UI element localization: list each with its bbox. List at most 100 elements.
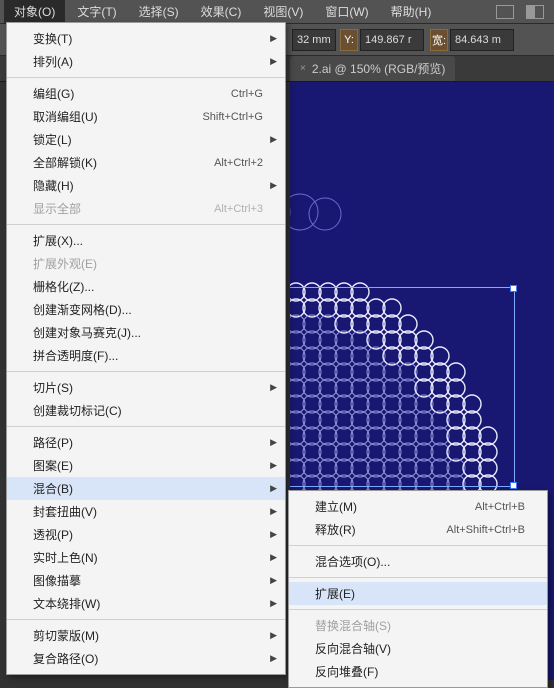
menu-item[interactable]: 变换(T)▶ bbox=[7, 27, 285, 50]
menu-item-label: 透视(P) bbox=[33, 526, 263, 543]
menu-item-label: 栅格化(Z)... bbox=[33, 278, 263, 295]
menu-item-label: 切片(S) bbox=[33, 379, 263, 396]
menu-item-label: 扩展(X)... bbox=[33, 232, 263, 249]
menu-item-label: 释放(R) bbox=[315, 521, 446, 538]
menu-item[interactable]: 图像描摹▶ bbox=[7, 569, 285, 592]
menu-item-label: 图像描摹 bbox=[33, 572, 263, 589]
document-tab[interactable]: × 2.ai @ 150% (RGB/预览) bbox=[290, 56, 455, 81]
menu-item[interactable]: 编组(G)Ctrl+G bbox=[7, 82, 285, 105]
menu-item[interactable]: 创建渐变网格(D)... bbox=[7, 298, 285, 321]
menu-shortcut: Shift+Ctrl+G bbox=[202, 111, 263, 123]
menu-item-label: 混合选项(O)... bbox=[315, 553, 525, 570]
menu-item[interactable]: 排列(A) ▶ bbox=[7, 50, 285, 73]
menu-item-label: 复合路径(O) bbox=[33, 650, 263, 667]
menu-shortcut: Ctrl+G bbox=[231, 88, 263, 100]
menu-item-label: 实时上色(N) bbox=[33, 549, 263, 566]
menu-item[interactable]: 全部解锁(K)Alt+Ctrl+2 bbox=[7, 151, 285, 174]
menu-effect[interactable]: 效果(C) bbox=[191, 0, 252, 23]
menu-item[interactable]: 拼合透明度(F)... bbox=[7, 344, 285, 367]
menu-item[interactable]: 建立(M)Alt+Ctrl+B bbox=[289, 495, 547, 518]
menu-item[interactable]: 扩展(X)... bbox=[7, 229, 285, 252]
menu-item-label: 排列(A) bbox=[33, 53, 263, 70]
menu-item[interactable]: 栅格化(Z)... bbox=[7, 275, 285, 298]
menu-view[interactable]: 视图(V) bbox=[253, 0, 313, 23]
menu-item: 显示全部Alt+Ctrl+3 bbox=[7, 197, 285, 220]
submenu-arrow-icon: ▶ bbox=[270, 598, 277, 609]
menu-item[interactable]: 复合路径(O) ▶ bbox=[7, 647, 285, 670]
menu-item-label: 显示全部 bbox=[33, 200, 214, 217]
menu-item-label: 取消编组(U) bbox=[33, 108, 202, 125]
menu-item-label: 全部解锁(K) bbox=[33, 154, 214, 171]
menu-item-label: 锁定(L) bbox=[33, 131, 263, 148]
y-value[interactable]: 149.867 r bbox=[360, 29, 424, 51]
w-value[interactable]: 84.643 m bbox=[450, 29, 514, 51]
tab-title: 2.ai @ 150% (RGB/预览) bbox=[312, 60, 446, 77]
menu-item-label: 扩展外观(E) bbox=[33, 255, 263, 272]
close-tab-icon[interactable]: × bbox=[300, 63, 306, 74]
menu-item-label: 剪切蒙版(M) bbox=[33, 627, 263, 644]
submenu-arrow-icon: ▶ bbox=[270, 180, 277, 191]
submenu-arrow-icon: ▶ bbox=[270, 483, 277, 494]
menu-shortcut: Alt+Ctrl+B bbox=[475, 501, 525, 513]
menu-item-label: 图案(E) bbox=[33, 457, 263, 474]
menu-item-label: 创建裁切标记(C) bbox=[33, 402, 263, 419]
menu-select[interactable]: 选择(S) bbox=[129, 0, 189, 23]
menu-shortcut: Alt+Shift+Ctrl+B bbox=[446, 524, 525, 536]
menu-item[interactable]: 释放(R)Alt+Shift+Ctrl+B bbox=[289, 518, 547, 541]
w-label: 宽: bbox=[430, 29, 448, 51]
menu-item[interactable]: 反向混合轴(V) bbox=[289, 637, 547, 660]
menu-item[interactable]: 路径(P)▶ bbox=[7, 431, 285, 454]
menu-help[interactable]: 帮助(H) bbox=[381, 0, 442, 23]
menu-item-label: 隐藏(H) bbox=[33, 177, 263, 194]
menu-item[interactable]: 封套扭曲(V) ▶ bbox=[7, 500, 285, 523]
submenu-arrow-icon: ▶ bbox=[270, 552, 277, 563]
menu-item[interactable]: 实时上色(N) ▶ bbox=[7, 546, 285, 569]
menu-item[interactable]: 文本绕排(W) ▶ bbox=[7, 592, 285, 615]
submenu-arrow-icon: ▶ bbox=[270, 437, 277, 448]
submenu-arrow-icon: ▶ bbox=[270, 56, 277, 67]
menu-item[interactable]: 图案(E) ▶ bbox=[7, 454, 285, 477]
menu-item[interactable]: 隐藏(H) ▶ bbox=[7, 174, 285, 197]
y-label: Y: bbox=[340, 29, 358, 51]
menu-item[interactable]: 扩展(E) bbox=[289, 582, 547, 605]
menu-item: 替换混合轴(S) bbox=[289, 614, 547, 637]
submenu-arrow-icon: ▶ bbox=[270, 460, 277, 471]
x-value[interactable]: 32 mm bbox=[292, 29, 336, 51]
menubar: 对象(O) 文字(T) 选择(S) 效果(C) 视图(V) 窗口(W) 帮助(H… bbox=[0, 0, 554, 24]
menu-item[interactable]: 创建对象马赛克(J)... bbox=[7, 321, 285, 344]
submenu-arrow-icon: ▶ bbox=[270, 382, 277, 393]
menu-item[interactable]: 混合选项(O)... bbox=[289, 550, 547, 573]
submenu-arrow-icon: ▶ bbox=[270, 506, 277, 517]
menu-item[interactable]: 切片(S) ▶ bbox=[7, 376, 285, 399]
menu-item[interactable]: 创建裁切标记(C) bbox=[7, 399, 285, 422]
menu-window[interactable]: 窗口(W) bbox=[315, 0, 378, 23]
menu-item[interactable]: 锁定(L)▶ bbox=[7, 128, 285, 151]
menu-item[interactable]: 剪切蒙版(M) ▶ bbox=[7, 624, 285, 647]
layout-icon-2[interactable] bbox=[526, 5, 544, 19]
menu-item-label: 文本绕排(W) bbox=[33, 595, 263, 612]
menu-item-label: 反向混合轴(V) bbox=[315, 640, 525, 657]
menu-item[interactable]: 透视(P)▶ bbox=[7, 523, 285, 546]
menu-object[interactable]: 对象(O) bbox=[4, 0, 65, 23]
submenu-arrow-icon: ▶ bbox=[270, 653, 277, 664]
menu-item[interactable]: 混合(B) ▶ bbox=[7, 477, 285, 500]
menu-item-label: 变换(T) bbox=[33, 30, 263, 47]
menu-item[interactable]: 取消编组(U)Shift+Ctrl+G bbox=[7, 105, 285, 128]
menubar-right-icons bbox=[496, 5, 550, 19]
menu-item-label: 封套扭曲(V) bbox=[33, 503, 263, 520]
menu-item-label: 扩展(E) bbox=[315, 585, 525, 602]
menu-item-label: 创建渐变网格(D)... bbox=[33, 301, 263, 318]
selection-bounds[interactable] bbox=[290, 287, 515, 487]
menu-item-label: 编组(G) bbox=[33, 85, 231, 102]
menu-type[interactable]: 文字(T) bbox=[67, 0, 126, 23]
layout-icon-1[interactable] bbox=[496, 5, 514, 19]
menu-item-label: 混合(B) bbox=[33, 480, 263, 497]
blend-submenu: 建立(M)Alt+Ctrl+B释放(R)Alt+Shift+Ctrl+B混合选项… bbox=[288, 490, 548, 688]
menu-item-label: 建立(M) bbox=[315, 498, 475, 515]
menu-item-label: 拼合透明度(F)... bbox=[33, 347, 263, 364]
submenu-arrow-icon: ▶ bbox=[270, 630, 277, 641]
menu-item-label: 替换混合轴(S) bbox=[315, 617, 525, 634]
object-menu-dropdown: 变换(T)▶排列(A)▶编组(G)Ctrl+G取消编组(U)Shift+Ctrl… bbox=[6, 22, 286, 675]
menu-item-label: 创建对象马赛克(J)... bbox=[33, 324, 263, 341]
menu-shortcut: Alt+Ctrl+2 bbox=[214, 157, 263, 169]
